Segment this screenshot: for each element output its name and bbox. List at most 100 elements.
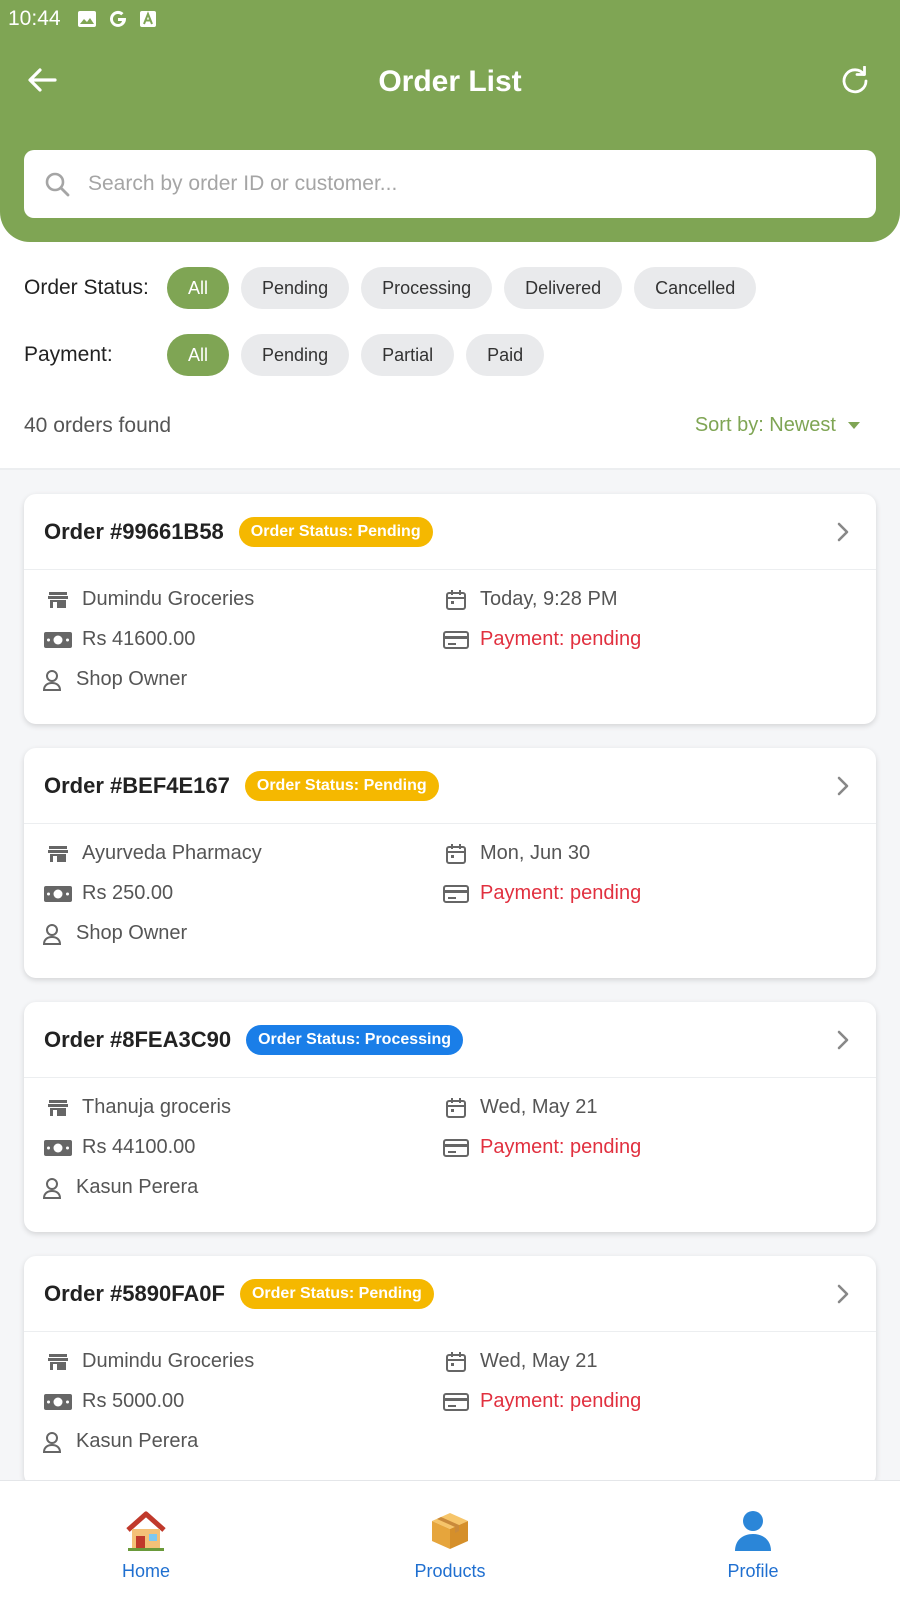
nav-products[interactable]: Products xyxy=(370,1481,530,1600)
customer-field: Kasun Perera xyxy=(36,1176,198,1199)
order-status-chip-processing[interactable]: Processing xyxy=(361,267,493,309)
shop-name: Thanuja groceris xyxy=(82,1096,231,1118)
order-id: Order #8FEA3C90 xyxy=(44,1026,232,1052)
status-bar: 10:44 xyxy=(8,6,157,32)
payment-field: Payment: pending xyxy=(440,1136,641,1159)
credit-card-icon xyxy=(443,1392,469,1411)
text-icon xyxy=(139,11,156,27)
order-date: Wed, May 21 xyxy=(480,1096,598,1118)
payment-filter-label: Payment: xyxy=(24,343,113,366)
cash-icon xyxy=(44,1139,72,1156)
shop-field: Thanuja groceris xyxy=(42,1096,231,1119)
payment-field: Payment: pending xyxy=(440,1390,641,1413)
shop-field: Dumindu Groceries xyxy=(42,1350,254,1373)
sort-dropdown[interactable]: Sort by: Newest xyxy=(695,414,860,437)
store-icon xyxy=(48,1353,68,1370)
shop-name: Ayurveda Pharmacy xyxy=(82,842,262,864)
shop-field: Ayurveda Pharmacy xyxy=(42,842,262,865)
status-time: 10:44 xyxy=(8,7,61,30)
package-icon xyxy=(432,1513,468,1549)
nav-profile[interactable]: Profile xyxy=(673,1481,833,1600)
customer-name: Shop Owner xyxy=(76,922,188,944)
search-bar[interactable] xyxy=(24,150,876,218)
order-card-header: Order #99661B58 Order Status: Pending xyxy=(24,494,876,570)
order-id: Order #BEF4E167 xyxy=(44,772,230,798)
order-card[interactable]: Order #BEF4E167 Order Status: Pending Ay… xyxy=(24,748,876,978)
sort-label: Sort by: Newest xyxy=(694,414,836,436)
order-status-badge: Order Status: Processing xyxy=(246,1024,464,1055)
payment-chip-all[interactable]: All xyxy=(167,334,230,376)
person-outline-icon xyxy=(42,669,62,691)
date-field: Wed, May 21 xyxy=(440,1350,597,1373)
payment-status: Payment: pending xyxy=(480,1390,642,1412)
order-id: Order #5890FA0F xyxy=(44,1280,225,1306)
payment-chip-paid[interactable]: Paid xyxy=(466,334,545,376)
payment-status: Payment: pending xyxy=(480,882,642,904)
chevron-right-icon xyxy=(837,776,849,796)
nav-home-label: Home xyxy=(121,1561,170,1581)
payment-status: Payment: pending xyxy=(480,1136,642,1158)
house-icon xyxy=(126,1511,166,1551)
order-amount: Rs 250.00 xyxy=(82,882,174,904)
order-status-chip-delivered[interactable]: Delivered xyxy=(504,267,623,309)
calendar-icon xyxy=(446,1097,466,1118)
refresh-icon xyxy=(842,66,868,94)
order-card[interactable]: Order #8FEA3C90 Order Status: Processing… xyxy=(24,1002,876,1232)
customer-name: Kasun Perera xyxy=(76,1430,199,1452)
payment-chip-partial[interactable]: Partial xyxy=(361,334,455,376)
customer-field: Shop Owner xyxy=(36,922,187,945)
bottom-navigation: Home Products Profile xyxy=(0,1480,900,1600)
payment-chip-pending[interactable]: Pending xyxy=(241,334,350,376)
caret-down-icon xyxy=(848,422,860,429)
customer-name: Kasun Perera xyxy=(76,1176,199,1198)
order-status-badge: Order Status: Pending xyxy=(239,1278,434,1309)
order-status-chip-pending[interactable]: Pending xyxy=(241,267,350,309)
calendar-icon xyxy=(446,589,466,610)
order-card[interactable]: Order #99661B58 Order Status: Pending Du… xyxy=(24,494,876,724)
results-count: 40 orders found xyxy=(24,414,172,437)
amount-field: Rs 41600.00 xyxy=(42,628,195,651)
amount-field: Rs 5000.00 xyxy=(42,1390,184,1413)
search-input[interactable] xyxy=(88,172,848,196)
date-field: Today, 9:28 PM xyxy=(440,588,617,611)
order-list[interactable]: Order #99661B58 Order Status: Pending Du… xyxy=(0,470,900,1480)
payment-field: Payment: pending xyxy=(440,882,641,905)
order-date: Wed, May 21 xyxy=(480,1350,598,1372)
chevron-right-icon xyxy=(837,1284,849,1304)
order-status-chip-all[interactable]: All xyxy=(167,267,230,309)
amount-field: Rs 250.00 xyxy=(42,882,173,905)
date-field: Mon, Jun 30 xyxy=(440,842,590,865)
google-icon xyxy=(109,10,126,27)
cash-icon xyxy=(44,631,72,648)
nav-home[interactable]: Home xyxy=(66,1481,226,1600)
cash-icon xyxy=(44,1393,72,1410)
nav-products-label: Products xyxy=(414,1561,486,1581)
shop-name: Dumindu Groceries xyxy=(82,588,255,610)
image-icon xyxy=(77,11,96,27)
shop-name: Dumindu Groceries xyxy=(82,1350,255,1372)
amount-field: Rs 44100.00 xyxy=(42,1136,195,1159)
customer-field: Kasun Perera xyxy=(36,1430,198,1453)
payment-filter: Payment: All Pending Partial Paid xyxy=(24,334,556,376)
store-icon xyxy=(48,1099,68,1116)
order-status-badge: Order Status: Pending xyxy=(244,770,439,801)
search-icon xyxy=(45,172,70,197)
calendar-icon xyxy=(446,843,466,864)
order-card-header: Order #BEF4E167 Order Status: Pending xyxy=(24,748,876,824)
order-date: Today, 9:28 PM xyxy=(480,588,618,610)
order-card-header: Order #5890FA0F Order Status: Pending xyxy=(24,1256,876,1332)
order-card[interactable]: Order #5890FA0F Order Status: Pending Du… xyxy=(24,1256,876,1480)
order-status-chip-cancelled[interactable]: Cancelled xyxy=(634,267,757,309)
back-button[interactable] xyxy=(24,62,60,98)
app-header: 10:44 Order List xyxy=(0,0,900,242)
chevron-right-icon xyxy=(837,1030,849,1050)
person-outline-icon xyxy=(42,1177,62,1199)
person-outline-icon xyxy=(42,923,62,945)
credit-card-icon xyxy=(443,630,469,649)
store-icon xyxy=(48,591,68,608)
order-amount: Rs 41600.00 xyxy=(82,628,196,650)
date-field: Wed, May 21 xyxy=(440,1096,597,1119)
customer-name: Shop Owner xyxy=(76,668,188,690)
refresh-button[interactable] xyxy=(836,62,874,100)
store-icon xyxy=(48,845,68,862)
